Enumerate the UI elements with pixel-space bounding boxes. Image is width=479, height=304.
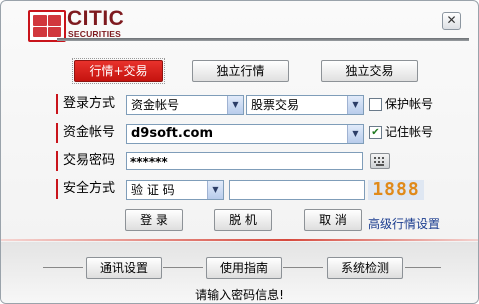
password-label: 交易密码: [56, 151, 115, 171]
login-window: CITIC SECURITIES ✕ 行情+交易 独立行情 独立交易 登录方式 …: [0, 0, 479, 304]
close-button[interactable]: ✕: [442, 12, 461, 30]
comm-settings-button[interactable]: 通讯设置: [86, 257, 162, 279]
tab-quote-only[interactable]: 独立行情: [192, 60, 289, 82]
trade-type-select[interactable]: 股票交易 ▼: [246, 95, 364, 115]
chevron-down-icon: ▼: [347, 96, 363, 114]
captcha-input[interactable]: [229, 180, 365, 200]
password-field[interactable]: ******: [126, 152, 363, 170]
security-method-value: 验 证 码: [131, 183, 175, 197]
header-divider: [57, 38, 469, 41]
footer-rule: [283, 267, 323, 268]
security-method-select[interactable]: 验 证 码 ▼: [126, 180, 224, 200]
brand-name: CITIC: [67, 7, 125, 30]
captcha-image[interactable]: 1888: [368, 180, 424, 200]
footer-rule: [405, 267, 441, 268]
account-type-value: 资金帐号: [131, 98, 180, 112]
status-message: 请输入密码信息!: [195, 288, 284, 302]
close-icon: ✕: [446, 13, 457, 27]
security-method-label: 安全方式: [56, 179, 115, 199]
cancel-button[interactable]: 取 消: [304, 209, 362, 231]
remember-account-checkbox[interactable]: ✔: [369, 126, 382, 139]
footer-rule: [163, 267, 203, 268]
tab-trade-only[interactable]: 独立交易: [321, 60, 418, 82]
footer-separator: [1, 239, 478, 241]
account-type-select[interactable]: 资金帐号 ▼: [126, 95, 244, 115]
system-check-button[interactable]: 系统检测: [327, 257, 403, 279]
tab-quote-trade[interactable]: 行情+交易: [72, 58, 165, 84]
remember-account-label: 记住帐号: [385, 125, 434, 139]
user-guide-button[interactable]: 使用指南: [206, 257, 282, 279]
account-value: d9soft.com: [131, 126, 214, 141]
login-method-label: 登录方式: [56, 94, 115, 114]
account-label: 资金帐号: [56, 123, 115, 143]
chevron-down-icon: ▼: [227, 96, 243, 114]
chevron-down-icon: ▼: [347, 125, 363, 143]
trade-type-value: 股票交易: [251, 98, 300, 112]
protect-account-checkbox[interactable]: [369, 98, 382, 111]
advanced-quote-settings-link[interactable]: 高级行情设置: [368, 215, 440, 232]
footer-rule: [43, 267, 83, 268]
account-combobox[interactable]: d9soft.com ▼: [126, 124, 364, 144]
offline-button[interactable]: 脱 机: [214, 209, 272, 231]
chevron-down-icon: ▼: [207, 181, 223, 199]
protect-account-label: 保护帐号: [385, 97, 434, 111]
login-button[interactable]: 登 录: [125, 209, 183, 231]
keyboard-icon[interactable]: [370, 153, 390, 169]
